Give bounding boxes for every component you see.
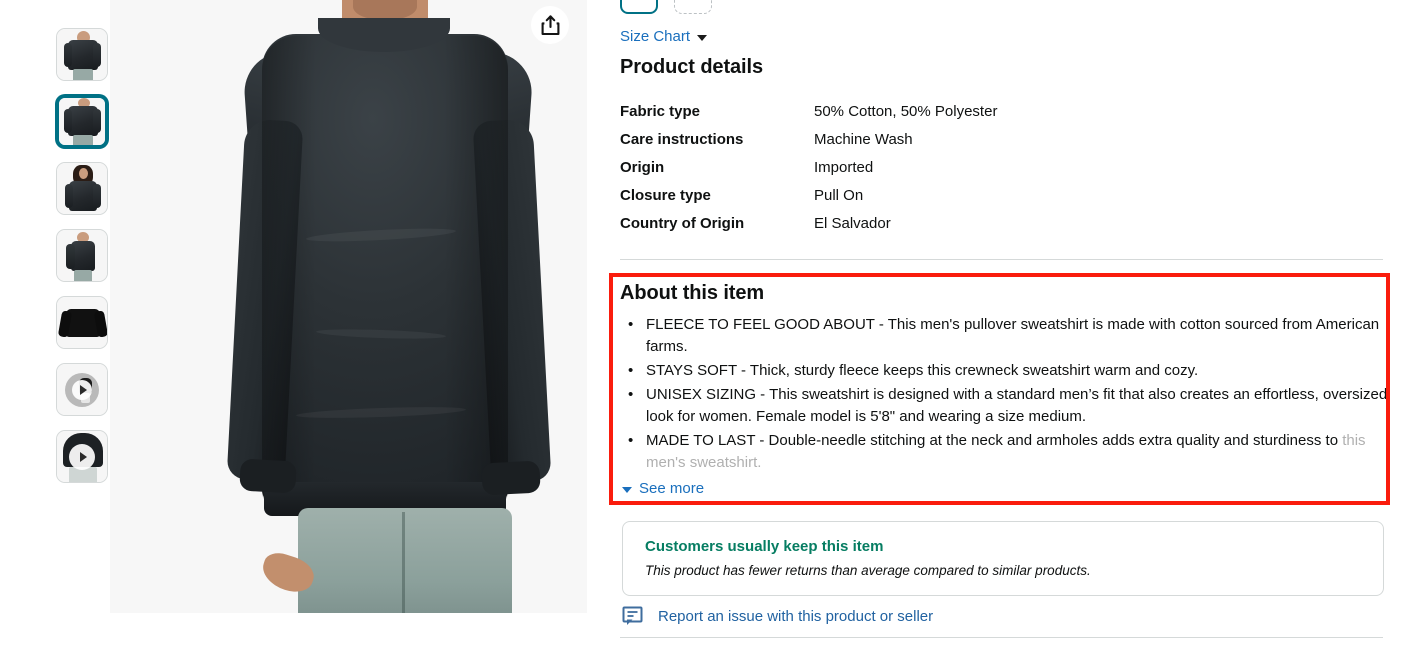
detail-key: Closure type bbox=[620, 187, 711, 204]
about-this-item-heading: About this item bbox=[620, 282, 765, 304]
list-item: MADE TO LAST - Double-needle stitching a… bbox=[624, 430, 1389, 474]
size-chart-link[interactable]: Size Chart bbox=[620, 28, 708, 45]
thumbnail-1-image bbox=[57, 29, 107, 80]
product-details-table: Fabric type 50% Cotton, 50% Polyester Ca… bbox=[620, 98, 1380, 238]
detail-value: El Salvador bbox=[814, 215, 891, 232]
image-thumbnail-rail bbox=[56, 28, 110, 483]
share-button[interactable] bbox=[531, 6, 569, 44]
thumbnail-2-image bbox=[59, 98, 105, 145]
report-issue-row[interactable]: Report an issue with this product or sel… bbox=[622, 606, 933, 626]
table-row: Fabric type 50% Cotton, 50% Polyester bbox=[620, 98, 1380, 126]
product-info-column: Size Chart Product details Fabric type 5… bbox=[609, 0, 1396, 646]
thumbnail-5-image bbox=[57, 297, 107, 348]
chevron-down-icon bbox=[622, 486, 632, 493]
detail-value: 50% Cotton, 50% Polyester bbox=[814, 103, 998, 120]
bottom-divider bbox=[620, 637, 1383, 638]
section-divider bbox=[620, 259, 1383, 260]
see-more-button[interactable]: See more bbox=[622, 480, 704, 497]
size-swatch-selected[interactable] bbox=[620, 0, 658, 14]
play-icon bbox=[72, 379, 92, 400]
thumbnail-7-video[interactable] bbox=[56, 430, 108, 483]
product-photo bbox=[110, 0, 587, 613]
list-item: FLEECE TO FEEL GOOD ABOUT - This men's p… bbox=[624, 314, 1389, 358]
list-item: STAYS SOFT - Thick, sturdy fleece keeps … bbox=[624, 360, 1389, 382]
thumbnail-4[interactable] bbox=[56, 229, 108, 282]
main-product-image[interactable] bbox=[110, 0, 587, 613]
detail-key: Care instructions bbox=[620, 131, 744, 148]
share-icon bbox=[541, 14, 559, 35]
report-speech-bubble-icon bbox=[622, 606, 643, 625]
report-issue-link[interactable]: Report an issue with this product or sel… bbox=[658, 608, 933, 625]
detail-key: Origin bbox=[620, 159, 665, 176]
list-item: UNISEX SIZING - This sweatshirt is desig… bbox=[624, 384, 1389, 428]
thumbnail-3[interactable] bbox=[56, 162, 108, 215]
product-detail-page: Size Chart Product details Fabric type 5… bbox=[0, 0, 1411, 646]
table-row: Care instructions Machine Wash bbox=[620, 126, 1380, 154]
play-icon bbox=[69, 443, 95, 470]
thumbnail-4-image bbox=[57, 230, 107, 281]
thumbnail-2[interactable] bbox=[56, 95, 108, 148]
size-swatch-unselected[interactable] bbox=[674, 0, 712, 14]
detail-value: Machine Wash bbox=[814, 131, 913, 148]
detail-value: Pull On bbox=[814, 187, 864, 204]
customers-keep-item-box: Customers usually keep this item This pr… bbox=[622, 521, 1384, 596]
detail-key: Country of Origin bbox=[620, 215, 745, 232]
thumbnail-3-image bbox=[57, 163, 107, 214]
table-row: Origin Imported bbox=[620, 154, 1380, 182]
size-swatch-row bbox=[620, 0, 712, 14]
see-more-label: See more bbox=[639, 480, 705, 497]
keep-item-title: Customers usually keep this item bbox=[645, 538, 884, 555]
list-item-text: MADE TO LAST - Double-needle stitching a… bbox=[646, 432, 1343, 449]
thumbnail-1[interactable] bbox=[56, 28, 108, 81]
table-row: Closure type Pull On bbox=[620, 182, 1380, 210]
detail-value: Imported bbox=[814, 159, 874, 176]
about-bullet-list: FLEECE TO FEEL GOOD ABOUT - This men's p… bbox=[624, 314, 1389, 476]
keep-item-subtitle: This product has fewer returns than aver… bbox=[645, 563, 1091, 578]
thumbnail-6-video[interactable] bbox=[56, 363, 108, 416]
thumbnail-5[interactable] bbox=[56, 296, 108, 349]
size-chart-label: Size Chart bbox=[620, 28, 691, 45]
table-row: Country of Origin El Salvador bbox=[620, 210, 1380, 238]
product-details-heading: Product details bbox=[620, 56, 763, 78]
detail-key: Fabric type bbox=[620, 103, 701, 120]
chevron-down-icon bbox=[697, 34, 708, 41]
